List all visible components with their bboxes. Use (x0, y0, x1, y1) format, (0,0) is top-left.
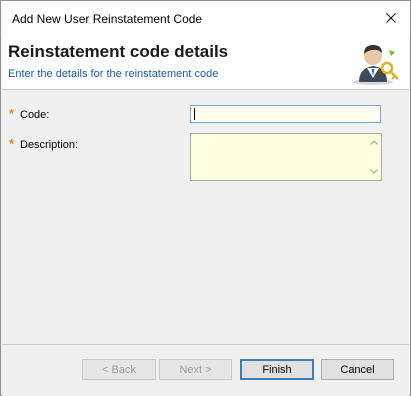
chevron-up-icon (369, 140, 378, 145)
description-field[interactable] (190, 133, 382, 181)
page-subtitle: Enter the details for the reinstatement … (8, 68, 219, 80)
close-button[interactable] (378, 6, 404, 30)
chevron-down-icon (369, 169, 378, 174)
window-title: Add New User Reinstatement Code (12, 12, 203, 26)
page-title: Reinstatement code details (8, 42, 229, 61)
scroll-down-arrow[interactable] (369, 167, 378, 176)
title-bar: Add New User Reinstatement Code (1, 1, 410, 35)
wizard-header: Reinstatement code details Enter the det… (2, 35, 409, 90)
code-label: Code: (20, 109, 50, 121)
wizard-footer: < Back Next > Finish Cancel (2, 344, 409, 396)
scroll-up-arrow[interactable] (369, 138, 378, 147)
required-marker: * (9, 106, 15, 121)
user-key-icon (353, 45, 399, 85)
code-input[interactable] (190, 105, 381, 123)
dialog-window: Add New User Reinstatement Code Reinstat… (0, 0, 411, 396)
back-button[interactable]: < Back (82, 359, 156, 380)
cancel-button[interactable]: Cancel (321, 359, 394, 380)
close-icon (386, 13, 396, 23)
description-scrollbar[interactable] (366, 134, 381, 180)
text-caret (194, 108, 195, 120)
finish-button[interactable]: Finish (240, 359, 314, 380)
form-area: * Code: * Description: (2, 90, 409, 344)
required-marker: * (9, 136, 15, 151)
description-label: Description: (20, 139, 79, 151)
next-button[interactable]: Next > (159, 359, 232, 380)
